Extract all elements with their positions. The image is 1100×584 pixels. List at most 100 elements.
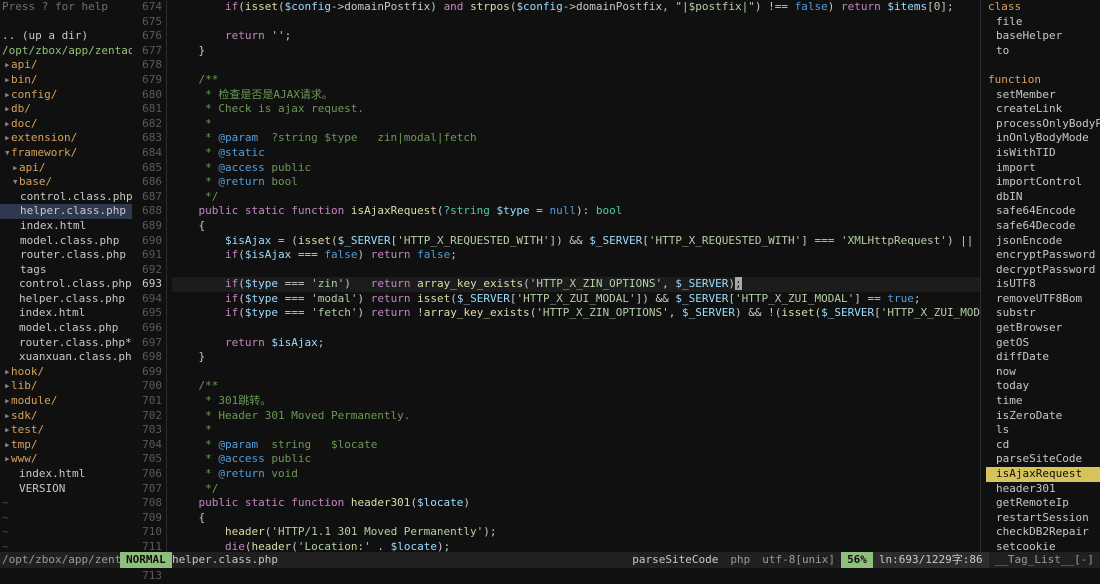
code-line[interactable]: { — [172, 511, 980, 526]
taglist-item-processOnlyBodyPara[interactable]: processOnlyBodyPara — [986, 117, 1100, 132]
taglist-item-encryptPassword[interactable]: encryptPassword — [986, 248, 1100, 263]
code-line[interactable]: return $isAjax; — [172, 336, 980, 351]
code-line[interactable]: * @return void — [172, 467, 980, 482]
taglist-item-removeUTF8Bom[interactable]: removeUTF8Bom — [986, 292, 1100, 307]
taglist-item-diffDate[interactable]: diffDate — [986, 350, 1100, 365]
taglist-item-to[interactable]: to — [986, 44, 1100, 59]
taglist-item-import[interactable]: import — [986, 161, 1100, 176]
taglist-item-baseHelper[interactable]: baseHelper — [986, 29, 1100, 44]
taglist-item-isUTF8[interactable]: isUTF8 — [986, 277, 1100, 292]
tree-item-base-[interactable]: ▾base/ — [0, 175, 132, 190]
code-line[interactable] — [172, 321, 980, 336]
taglist-item-getOS[interactable]: getOS — [986, 336, 1100, 351]
code-line[interactable]: /** — [172, 73, 980, 88]
tree-item-api-[interactable]: ▸api/ — [0, 58, 132, 73]
taglist-item-createLink[interactable]: createLink — [986, 102, 1100, 117]
tree-item-model-class-php[interactable]: model.class.php — [0, 321, 132, 336]
taglist-item-isAjaxRequest[interactable]: isAjaxRequest — [986, 467, 1100, 482]
code-line[interactable]: } — [172, 44, 980, 59]
taglist-item-jsonEncode[interactable]: jsonEncode — [986, 234, 1100, 249]
tree-item-version[interactable]: VERSION — [0, 482, 132, 497]
tree-item-helper-class-php[interactable]: helper.class.php — [0, 292, 132, 307]
code-line[interactable]: public static function header301($locate… — [172, 496, 980, 511]
taglist-item-header301[interactable]: header301 — [986, 482, 1100, 497]
tree-item-xuanxuan-class-php[interactable]: xuanxuan.class.php — [0, 350, 132, 365]
code-line[interactable]: * — [172, 423, 980, 438]
tree-item-index-html[interactable]: index.html — [0, 306, 132, 321]
tree-item-lib-[interactable]: ▸lib/ — [0, 379, 132, 394]
code-line[interactable] — [172, 58, 980, 73]
code-line[interactable]: header('HTTP/1.1 301 Moved Permanently')… — [172, 525, 980, 540]
tree-item-extension-[interactable]: ▸extension/ — [0, 131, 132, 146]
code-line[interactable]: * @param string $locate — [172, 438, 980, 453]
tree-item-index-html[interactable]: index.html — [0, 467, 132, 482]
code-line[interactable]: * @access public — [172, 452, 980, 467]
tree-item-router-class-php-[interactable]: router.class.php* — [0, 336, 132, 351]
taglist-item-restartSession[interactable]: restartSession — [986, 511, 1100, 526]
code-line[interactable] — [172, 263, 980, 278]
code-line[interactable] — [172, 15, 980, 30]
tree-item-control-class-php[interactable]: control.class.php — [0, 190, 132, 205]
code-buffer[interactable]: if(isset($config->domainPostfix) and str… — [172, 0, 980, 552]
code-line[interactable]: * @param ?string $type zin|modal|fetch — [172, 131, 980, 146]
code-line[interactable]: * Check is ajax request. — [172, 102, 980, 117]
tree-item-tags[interactable]: tags — [0, 263, 132, 278]
code-line[interactable]: * @access public — [172, 161, 980, 176]
tree-item-api-[interactable]: ▸api/ — [0, 161, 132, 176]
tree-item-www-[interactable]: ▸www/ — [0, 452, 132, 467]
code-line[interactable]: * @static — [172, 146, 980, 161]
taglist-item-substr[interactable]: substr — [986, 306, 1100, 321]
taglist-item-checkDB2Repair[interactable]: checkDB2Repair — [986, 525, 1100, 540]
taglist-item-file[interactable]: file — [986, 15, 1100, 30]
tree-item-doc-[interactable]: ▸doc/ — [0, 117, 132, 132]
taglist-item-today[interactable]: today — [986, 379, 1100, 394]
taglist-item-importControl[interactable]: importControl — [986, 175, 1100, 190]
code-line[interactable]: if($type === 'modal') return isset($_SER… — [172, 292, 980, 307]
taglist-item-decryptPassword[interactable]: decryptPassword — [986, 263, 1100, 278]
file-tree-panel[interactable]: Press ? for help .. (up a dir)/opt/zbox/a… — [0, 0, 132, 552]
tree-item-sdk-[interactable]: ▸sdk/ — [0, 409, 132, 424]
code-line[interactable]: return ''; — [172, 29, 980, 44]
tree-item-control-class-php[interactable]: control.class.php — [0, 277, 132, 292]
taglist-item-now[interactable]: now — [986, 365, 1100, 380]
tree-item-router-class-php[interactable]: router.class.php — [0, 248, 132, 263]
code-line[interactable]: if(isset($config->domainPostfix) and str… — [172, 0, 980, 15]
code-line[interactable]: die(header('Location:' . $locate); — [172, 540, 980, 552]
code-line[interactable]: if($isAjax === false) return false; — [172, 248, 980, 263]
tree-item-hook-[interactable]: ▸hook/ — [0, 365, 132, 380]
taglist-item-getRemoteIp[interactable]: getRemoteIp — [986, 496, 1100, 511]
code-line[interactable]: * — [172, 117, 980, 132]
tree-item-helper-class-php[interactable]: helper.class.php — [0, 204, 132, 219]
code-line[interactable]: * 检查是否是AJAX请求。 — [172, 88, 980, 103]
code-line[interactable]: } — [172, 350, 980, 365]
taglist-item-time[interactable]: time — [986, 394, 1100, 409]
tree-item-test-[interactable]: ▸test/ — [0, 423, 132, 438]
code-line[interactable]: if($type === 'zin') return array_key_exi… — [172, 277, 980, 292]
taglist-item-ls[interactable]: ls — [986, 423, 1100, 438]
taglist-item-parseSiteCode[interactable]: parseSiteCode — [986, 452, 1100, 467]
code-line[interactable]: * @return bool — [172, 175, 980, 190]
tree-item-config-[interactable]: ▸config/ — [0, 88, 132, 103]
tree-item-db-[interactable]: ▸db/ — [0, 102, 132, 117]
code-line[interactable] — [172, 365, 980, 380]
taglist-item-setcookie[interactable]: setcookie — [986, 540, 1100, 552]
taglist-item-safe64Decode[interactable]: safe64Decode — [986, 219, 1100, 234]
tree-item-bin-[interactable]: ▸bin/ — [0, 73, 132, 88]
code-line[interactable]: * 301跳转。 — [172, 394, 980, 409]
tree-item-module-[interactable]: ▸module/ — [0, 394, 132, 409]
taglist-item-isZeroDate[interactable]: isZeroDate — [986, 409, 1100, 424]
taglist-item-isWithTID[interactable]: isWithTID — [986, 146, 1100, 161]
tag-list-panel[interactable]: class file baseHelper to function setMember c… — [986, 0, 1100, 552]
tree-item-model-class-php[interactable]: model.class.php — [0, 234, 132, 249]
code-line[interactable]: { — [172, 219, 980, 234]
code-line[interactable]: /** — [172, 379, 980, 394]
code-line[interactable]: public static function isAjaxRequest(?st… — [172, 204, 980, 219]
taglist-item-cd[interactable]: cd — [986, 438, 1100, 453]
tree-item-tmp-[interactable]: ▸tmp/ — [0, 438, 132, 453]
code-line[interactable]: */ — [172, 482, 980, 497]
taglist-item-setMember[interactable]: setMember — [986, 88, 1100, 103]
taglist-item-safe64Encode[interactable]: safe64Encode — [986, 204, 1100, 219]
taglist-item-inOnlyBodyMode[interactable]: inOnlyBodyMode — [986, 131, 1100, 146]
code-line[interactable]: if($type === 'fetch') return !array_key_… — [172, 306, 980, 321]
tree-up-dir[interactable]: .. (up a dir) — [0, 29, 132, 44]
